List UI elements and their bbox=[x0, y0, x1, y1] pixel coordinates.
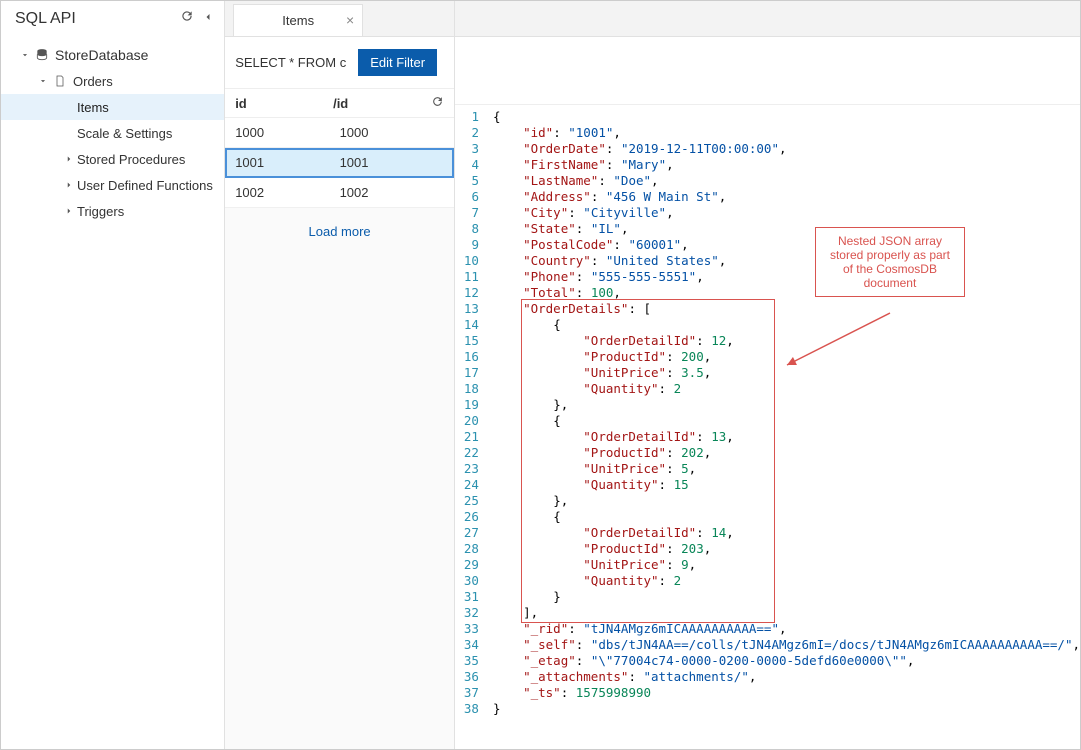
sidebar-header: SQL API bbox=[1, 1, 224, 38]
cell-id: 1002 bbox=[235, 185, 339, 200]
tree-leaf[interactable]: Triggers bbox=[1, 198, 224, 224]
cell-pk: 1002 bbox=[340, 185, 444, 200]
filter-bar: SELECT * FROM c Edit Filter bbox=[225, 37, 454, 89]
caret-right-icon bbox=[63, 154, 75, 164]
tree-database[interactable]: StoreDatabase bbox=[1, 42, 224, 68]
tab-label: Items bbox=[282, 13, 314, 28]
list-body: 100010001001100110021002 bbox=[225, 118, 454, 208]
sidebar-title: SQL API bbox=[15, 10, 76, 28]
tree-leaf[interactable]: Items bbox=[1, 94, 224, 120]
list-header: id /id bbox=[225, 89, 454, 118]
tree-leaf-label: User Defined Functions bbox=[77, 178, 213, 193]
document-editor: 1234567891011121314151617181920212223242… bbox=[455, 1, 1080, 749]
list-item[interactable]: 10021002 bbox=[225, 178, 454, 208]
tab-items[interactable]: Items × bbox=[233, 4, 363, 36]
tree-leaf-label: Stored Procedures bbox=[77, 152, 185, 167]
list-item[interactable]: 10011001 bbox=[225, 148, 454, 178]
callout-text: Nested JSON array stored properly as par… bbox=[830, 234, 950, 290]
tree-leaf-label: Items bbox=[77, 100, 109, 115]
database-icon bbox=[33, 48, 51, 62]
tree-leaf[interactable]: Scale & Settings bbox=[1, 120, 224, 146]
annotation-callout: Nested JSON array stored properly as par… bbox=[815, 227, 965, 297]
cell-id: 1000 bbox=[235, 125, 339, 140]
tree-leaf-label: Scale & Settings bbox=[77, 126, 172, 141]
refresh-icon[interactable] bbox=[431, 95, 444, 111]
sidebar: SQL API StoreDatabase bbox=[1, 1, 225, 749]
caret-right-icon bbox=[63, 206, 75, 216]
line-gutter: 1234567891011121314151617181920212223242… bbox=[455, 105, 485, 749]
list-item[interactable]: 10001000 bbox=[225, 118, 454, 148]
load-more-link[interactable]: Load more bbox=[309, 224, 371, 239]
tree-database-label: StoreDatabase bbox=[55, 47, 148, 63]
cell-id: 1001 bbox=[235, 155, 339, 170]
caret-down-icon bbox=[37, 76, 49, 86]
filter-query: SELECT * FROM c bbox=[235, 55, 346, 70]
code-area[interactable]: 1234567891011121314151617181920212223242… bbox=[455, 105, 1080, 749]
col-pk: /id bbox=[333, 96, 431, 111]
collapse-icon[interactable] bbox=[202, 10, 214, 28]
tree-container[interactable]: Orders bbox=[1, 68, 224, 94]
tree: StoreDatabase Orders Items Scale & Settin… bbox=[1, 38, 224, 224]
caret-right-icon bbox=[63, 180, 75, 190]
close-icon[interactable]: × bbox=[346, 12, 354, 28]
load-more: Load more bbox=[225, 208, 454, 255]
tree-leaf[interactable]: Stored Procedures bbox=[1, 146, 224, 172]
editor-tabbar bbox=[455, 1, 1080, 37]
tree-container-label: Orders bbox=[73, 74, 113, 89]
caret-down-icon bbox=[19, 50, 31, 60]
items-panel: Items × SELECT * FROM c Edit Filter id /… bbox=[225, 1, 455, 749]
cell-pk: 1001 bbox=[340, 155, 444, 170]
refresh-icon[interactable] bbox=[180, 9, 194, 28]
col-id: id bbox=[235, 96, 333, 111]
tree-leaf-label: Triggers bbox=[77, 204, 124, 219]
edit-filter-button[interactable]: Edit Filter bbox=[358, 49, 437, 76]
editor-toolbar bbox=[455, 37, 1080, 105]
code-content[interactable]: { "id": "1001", "OrderDate": "2019-12-11… bbox=[485, 105, 1080, 749]
cell-pk: 1000 bbox=[340, 125, 444, 140]
tab-bar: Items × bbox=[225, 1, 454, 37]
tree-leaf[interactable]: User Defined Functions bbox=[1, 172, 224, 198]
container-icon bbox=[51, 74, 69, 88]
